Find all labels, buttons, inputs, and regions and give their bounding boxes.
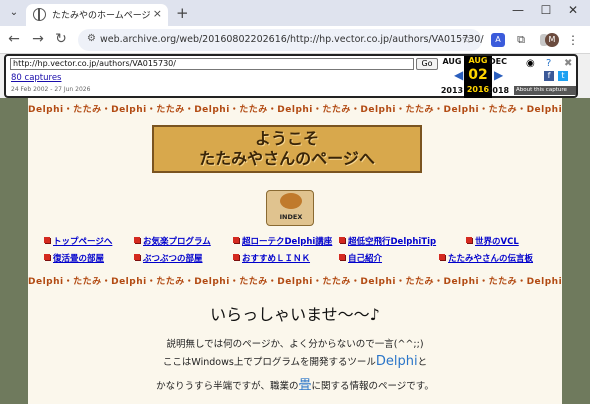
nav-link-delphi-course[interactable]: 超ローテクDelphi講座 <box>233 235 332 247</box>
close-window-button[interactable]: ✕ <box>563 3 583 17</box>
index-label[interactable]: INDEX <box>267 213 315 221</box>
welcome-line1: ようこそ <box>254 129 319 148</box>
twitter-icon[interactable]: t <box>558 71 568 81</box>
nav-link-butsubutsu[interactable]: ぶつぶつの部屋 <box>134 252 203 264</box>
intro-line2-post: と <box>417 357 428 368</box>
extensions-puzzle-icon[interactable]: ⧉ <box>514 33 528 47</box>
nav-link-top[interactable]: トップページへ <box>44 235 112 247</box>
address-text[interactable]: web.archive.org/web/20160802202616/http:… <box>100 34 484 45</box>
intro-line2: ここはWindows上でプログラムを開発するツールDelphiと <box>28 354 562 369</box>
back-icon[interactable]: ← <box>6 31 22 47</box>
welcome-banner: ようこそ たたみやさんのページへ <box>152 125 422 173</box>
archived-page: Delphi・たたみ・Delphi・たたみ・Delphi・たたみ・Delphi・… <box>0 98 590 404</box>
greeting-heading: いらっしゃいませ〜〜♪ <box>210 305 380 324</box>
next-year[interactable]: 2018 <box>484 86 512 95</box>
address-bar[interactable]: ⚙ web.archive.org/web/20160802202616/htt… <box>78 29 484 51</box>
nav-link-guestbook[interactable]: たたみやさんの伝言板 <box>439 252 533 264</box>
nav-link-profile[interactable]: 自己紹介 <box>339 252 382 264</box>
account-icon[interactable]: ◉ <box>526 58 535 69</box>
maximize-button[interactable]: ☐ <box>536 3 556 17</box>
nav-link-vcl[interactable]: 世界のVCL <box>466 235 519 247</box>
minimize-button[interactable]: — <box>508 3 528 17</box>
intro-line1: 説明無しでは何のページか、よく分からないので一言(^^;;) <box>166 339 424 350</box>
wayback-toolbar: http://hp.vector.co.jp/authors/VA015730/… <box>4 54 578 98</box>
profile-avatar[interactable]: M <box>545 33 559 47</box>
current-day: 02 <box>468 67 488 83</box>
bottom-decor-stripe: Delphi・たたみ・Delphi・たたみ・Delphi・たたみ・Delphi・… <box>28 277 562 287</box>
prev-capture[interactable]: AUG 2013 <box>438 57 466 95</box>
welcome-line2: たたみやさんのページへ <box>199 149 375 168</box>
close-icon[interactable]: ✖ <box>564 58 572 69</box>
intro-line3-pre: かなりうすら半端ですが、職業の <box>156 381 299 392</box>
nav-link-tatami-room[interactable]: 復活畳の部屋 <box>44 252 104 264</box>
new-tab-button[interactable]: + <box>176 4 189 22</box>
tab-search-icon[interactable]: ⌄ <box>6 5 22 21</box>
delphi-highlight: Delphi <box>375 354 418 369</box>
facebook-icon[interactable]: f <box>544 71 554 81</box>
tab-close-icon[interactable]: × <box>153 7 162 20</box>
next-capture[interactable]: DEC 2018 <box>484 57 512 95</box>
translate-extension-icon[interactable]: A <box>491 33 505 47</box>
tab-title: たたみやのホームページ <box>52 11 151 21</box>
prev-arrow-icon[interactable]: ◀ <box>454 68 463 82</box>
globe-icon <box>33 8 46 21</box>
intro-line2-pre: ここはWindows上でプログラムを開発するツール <box>162 357 376 368</box>
browser-tab[interactable]: たたみやのホームページ × <box>26 4 168 26</box>
top-decor-stripe: Delphi・たたみ・Delphi・たたみ・Delphi・たたみ・Delphi・… <box>28 105 562 115</box>
reload-icon[interactable]: ↻ <box>53 31 69 47</box>
index-button[interactable]: INDEX <box>266 190 314 226</box>
help-icon[interactable]: ? <box>546 58 551 69</box>
prev-year[interactable]: 2013 <box>438 86 466 95</box>
prev-month[interactable]: AUG <box>442 57 461 66</box>
next-arrow-icon[interactable]: ▶ <box>494 68 503 82</box>
menu-dots-icon[interactable]: ⋮ <box>566 33 580 47</box>
tanuki-icon <box>280 193 302 209</box>
next-month[interactable]: DEC <box>489 57 507 66</box>
intro-line3-post: に関する情報のページです。 <box>311 381 434 392</box>
capture-date-range: 24 Feb 2002 - 27 Jun 2026 <box>11 86 91 93</box>
captures-link[interactable]: 80 captures <box>11 73 61 83</box>
forward-icon[interactable]: → <box>30 31 46 47</box>
browser-toolbar: ← → ↻ ⚙ web.archive.org/web/201608022026… <box>0 26 590 54</box>
wayback-go-button[interactable]: Go <box>416 58 438 70</box>
nav-link-recommended[interactable]: おすすめＬＩＮＫ <box>233 252 310 264</box>
page-body: Delphi・たたみ・Delphi・たたみ・Delphi・たたみ・Delphi・… <box>28 98 562 404</box>
intro-line3: かなりうすら半端ですが、職業の畳に関する情報のページです。 <box>28 374 562 393</box>
bookmark-star-icon[interactable]: ☆ <box>461 32 472 46</box>
wayback-url-input[interactable]: http://hp.vector.co.jp/authors/VA015730/ <box>10 58 414 70</box>
nav-link-delphi-tip[interactable]: 超低空飛行DelphiTip <box>339 235 436 247</box>
tatami-highlight: 畳 <box>298 378 312 393</box>
tab-strip: ⌄ たたみやのホームページ × + — ☐ ✕ <box>0 0 590 26</box>
nav-link-programs[interactable]: お気楽プログラム <box>134 235 211 247</box>
about-capture-button[interactable]: About this capture <box>514 86 576 95</box>
site-info-icon[interactable]: ⚙ <box>87 33 96 44</box>
